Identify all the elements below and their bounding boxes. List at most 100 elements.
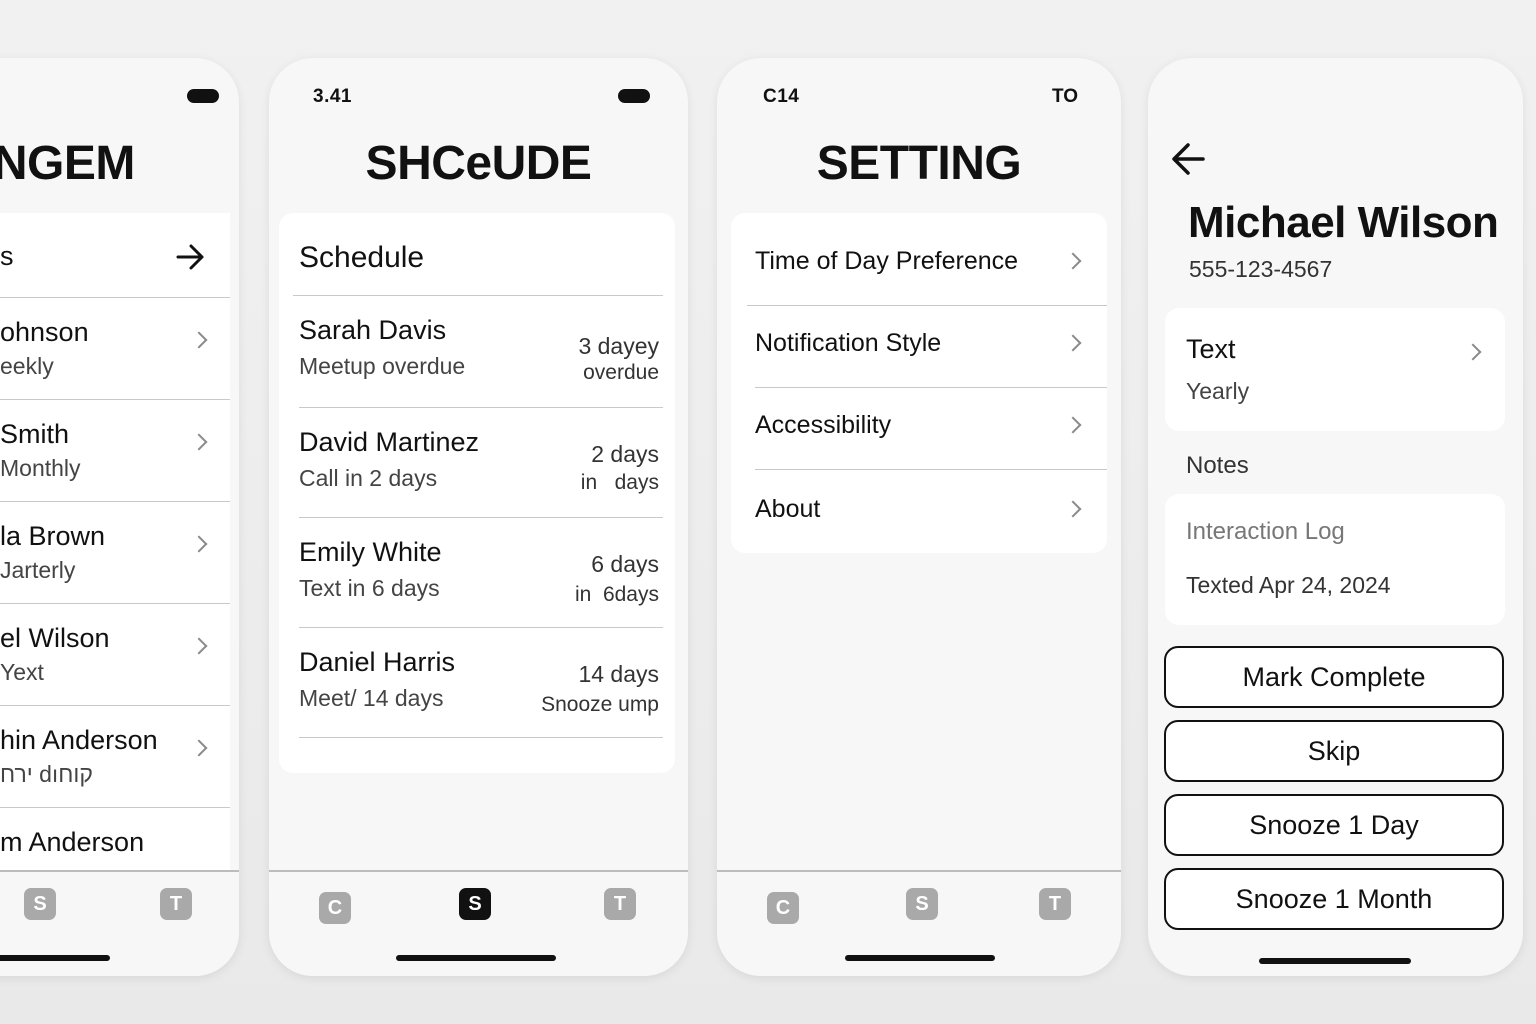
contact-name: la Brown	[0, 521, 106, 551]
settings-screen: C14 TO SETTING Time of Day Preference No…	[717, 58, 1121, 976]
contact-phone: 555-123-4567	[1189, 256, 1333, 282]
contact-detail-screen: Michael Wilson 555-123-4567 Text Yearly …	[1148, 58, 1523, 976]
schedule-header: Schedule	[293, 213, 663, 296]
list-item[interactable]: Emily White Text in 6 days 6 days in 6da…	[299, 517, 663, 628]
list-item[interactable]: ohnson eekly	[0, 297, 230, 400]
page-title: SETTING	[816, 137, 1022, 190]
contact-name: hin Anderson	[0, 725, 158, 755]
chevron-right-icon	[1464, 343, 1482, 361]
tab-bar: S T	[0, 870, 239, 976]
contact-detail: Call in 2 days	[299, 465, 438, 491]
contact-frequency: Yext	[0, 659, 44, 685]
contact-name: m Anderson	[0, 827, 145, 857]
home-indicator	[845, 955, 995, 961]
contact-name: Daniel Harris	[299, 647, 456, 677]
contacts-header-row[interactable]: s	[0, 213, 230, 298]
contact-name: Emily White	[299, 537, 442, 567]
schedule-screen: 3.41 SHCeUDE Schedule Sarah Davis Meetup…	[269, 58, 688, 976]
settings-item-label: Accessibility	[755, 411, 892, 439]
schedule-card: Schedule Sarah Davis Meetup overdue 3 da…	[279, 213, 675, 773]
back-arrow-icon[interactable]	[1170, 142, 1206, 176]
list-item[interactable]: hin Anderson ירח dıקוח	[0, 705, 230, 808]
tab-schedule[interactable]: S	[24, 888, 56, 920]
chevron-right-icon	[1064, 500, 1082, 518]
tab-schedule[interactable]: S	[459, 888, 491, 920]
contact-detail: Meetup overdue	[299, 353, 466, 379]
list-item[interactable]: Sarah Davis Meetup overdue 3 dayey overd…	[299, 297, 663, 408]
tab-contacts[interactable]: C	[319, 892, 351, 924]
battery-icon	[618, 89, 650, 103]
contacts-list: s ohnson eekly Smith Monthly la Brown Ja…	[0, 213, 230, 873]
snooze-1-month-button[interactable]: Snooze 1 Month	[1164, 868, 1504, 930]
log-entry: Texted Apr 24, 2024	[1186, 572, 1391, 598]
list-item[interactable]: Smith Monthly	[0, 399, 230, 502]
contact-frequency: eekly	[0, 353, 54, 379]
due-primary: 14 days	[578, 661, 659, 687]
settings-item-label: Notification Style	[755, 329, 942, 357]
contact-name: Smith	[0, 419, 70, 449]
settings-item-about[interactable]: About	[755, 469, 1107, 553]
tab-bar: C S T	[717, 870, 1121, 976]
settings-item-notification-style[interactable]: Notification Style	[755, 305, 1107, 388]
chevron-right-icon	[190, 739, 208, 757]
chevron-right-icon	[190, 331, 208, 349]
settings-item-accessibility[interactable]: Accessibility	[755, 387, 1107, 470]
contact-name: Sarah Davis	[299, 315, 447, 345]
contact-frequency: Monthly	[0, 455, 81, 481]
status-indicator: TO	[1052, 86, 1079, 107]
chevron-right-icon	[1064, 252, 1082, 270]
due-secondary: in days	[580, 471, 659, 494]
status-time: C14	[763, 86, 800, 107]
settings-item-label: Time of Day Preference	[755, 247, 1019, 275]
page-title: INGEM	[0, 137, 135, 190]
list-item[interactable]: el Wilson Yext	[0, 603, 230, 706]
chevron-right-icon	[1064, 334, 1082, 352]
contact-frequency: ירח dıקוח	[0, 761, 93, 787]
arrow-right-icon[interactable]	[176, 243, 206, 271]
contact-name: Michael Wilson	[1188, 198, 1499, 247]
log-title: Interaction Log	[1186, 518, 1345, 545]
mark-complete-button[interactable]: Mark Complete	[1164, 646, 1504, 708]
due-secondary: overdue	[583, 361, 659, 384]
snooze-1-day-button[interactable]: Snooze 1 Day	[1164, 794, 1504, 856]
chevron-right-icon	[190, 637, 208, 655]
tab-contacts[interactable]: C	[767, 892, 799, 924]
settings-item-label: About	[755, 495, 821, 523]
list-item[interactable]: David Martinez Call in 2 days 2 days in …	[299, 407, 663, 518]
due-secondary: in 6days	[574, 583, 659, 606]
list-item[interactable]: la Brown Jarterly	[0, 501, 230, 604]
contact-name: David Martinez	[299, 427, 480, 457]
status-time: 3.41	[313, 86, 352, 107]
tab-bar: C S T	[269, 870, 688, 976]
interaction-log-card: Interaction Log Texted Apr 24, 2024	[1165, 494, 1505, 625]
due-primary: 3 dayey	[578, 333, 659, 359]
contacts-screen: INGEM s ohnson eekly Smith Monthly la Br…	[0, 58, 239, 976]
contact-detail: Meet/ 14 days	[299, 685, 444, 711]
battery-icon	[187, 89, 219, 103]
contact-detail: Text in 6 days	[299, 575, 440, 601]
list-item[interactable]: Daniel Harris Meet/ 14 days 14 days Snoo…	[299, 627, 663, 738]
due-primary: 2 days	[591, 441, 659, 467]
contact-method-card[interactable]: Text Yearly	[1165, 308, 1505, 431]
skip-button[interactable]: Skip	[1164, 720, 1504, 782]
tab-settings[interactable]: T	[160, 888, 192, 920]
tab-schedule[interactable]: S	[906, 888, 938, 920]
list-item[interactable]: m Anderson	[0, 807, 230, 873]
page-title: SHCeUDE	[365, 137, 592, 190]
contact-method: Text	[1186, 334, 1236, 364]
contact-name: el Wilson	[0, 623, 110, 653]
due-secondary: Snooze ump	[541, 693, 659, 716]
settings-item-time-of-day[interactable]: Time of Day Preference	[747, 213, 1107, 306]
contact-frequency: Jarterly	[0, 557, 76, 583]
tab-settings[interactable]: T	[1039, 888, 1071, 920]
contact-name: ohnson	[0, 317, 89, 347]
chevron-right-icon	[190, 535, 208, 553]
home-indicator	[396, 955, 556, 961]
app-screens-showcase: INGEM s ohnson eekly Smith Monthly la Br…	[0, 0, 1536, 1024]
section-label: s	[0, 241, 14, 271]
settings-card: Time of Day Preference Notification Styl…	[731, 213, 1107, 553]
chevron-right-icon	[1064, 416, 1082, 434]
tab-settings[interactable]: T	[604, 888, 636, 920]
home-indicator	[0, 955, 110, 961]
due-primary: 6 days	[591, 551, 659, 577]
